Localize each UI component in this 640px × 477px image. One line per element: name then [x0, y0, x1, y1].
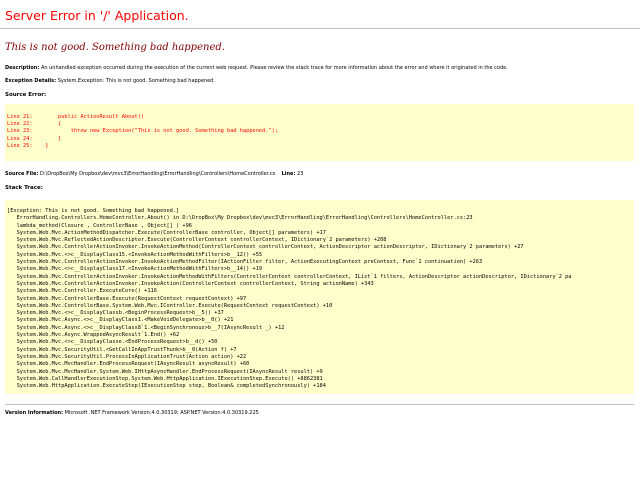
page-title: Server Error in '/' Application. [5, 8, 189, 23]
stack-trace-line: System.Web.Mvc.MvcHandler.System.Web.IHt… [7, 368, 323, 375]
stack-trace-line: System.Web.Mvc.<>c__DisplayClasse.<EndPr… [7, 339, 218, 346]
source-line-number: 23 [297, 171, 304, 177]
stack-trace-line: lambda_method(Closure , ControllerBase ,… [7, 222, 192, 229]
stack-trace-line: System.Web.Mvc.ActionMethodDispatcher.Ex… [7, 229, 326, 236]
stack-trace-line: System.Web.Mvc.ControllerBase.System.Web… [7, 302, 333, 309]
stack-trace-line: System.Web.CallHandlerExecutionStep.Syst… [7, 375, 323, 382]
stack-trace-line: System.Web.Mvc.SecurityUtil.<GetCallInAp… [7, 346, 237, 353]
source-line: Line 25: } [7, 142, 49, 149]
stack-trace-lines: [Exception: This is not good. Something … [7, 208, 634, 390]
stack-trace-line: System.Web.Mvc.Controller.ExecuteCore() … [7, 288, 157, 295]
source-line: Line 21: public ActionResult About() [7, 114, 145, 120]
stack-trace-line: System.Web.HttpApplication.ExecuteStep(I… [7, 383, 326, 390]
description-text: An unhandled exception occurred during t… [40, 65, 508, 71]
stack-trace-line: System.Web.Mvc.SecurityUtil.ProcessInApp… [7, 353, 247, 360]
description-label: Description: [5, 65, 40, 71]
source-error-heading: Source Error: [5, 92, 47, 98]
source-file-path: D:\DropBox\My Dropbox\dev\mvc3\ErrorHand… [40, 171, 276, 177]
error-message: This is not good. Something bad happened… [5, 42, 225, 53]
source-file-info: Source File: D:\DropBox\My Dropbox\dev\m… [5, 171, 634, 178]
stack-trace-line: System.Web.Mvc.ControllerActionInvoker.I… [7, 273, 572, 280]
stack-trace-heading: Stack Trace: [5, 185, 43, 191]
version-text: Microsoft .NET Framework Version:4.0.303… [64, 410, 259, 416]
stack-trace-line: System.Web.Mvc.Async.WrappedAsyncResult`… [7, 332, 180, 339]
stack-trace-line: System.Web.Mvc.Async.<>c__DisplayClass1.… [7, 317, 234, 324]
stack-trace-line: System.Web.Mvc.ControllerActionInvoker.I… [7, 259, 483, 266]
source-error-code: Line 21: public ActionResult About() Line… [5, 104, 634, 161]
stack-trace-line: System.Web.Mvc.<>c__DisplayClass15.<Invo… [7, 251, 263, 258]
exception-details-text: System.Exception: This is not good. Some… [57, 78, 215, 84]
source-line: Line 24: } [7, 135, 62, 142]
stack-trace-line: ErrorHandling.Controllers.HomeController… [7, 215, 473, 222]
title-divider [0, 28, 640, 29]
footer-divider [5, 404, 634, 405]
error-page: Server Error in '/' Application. This is… [0, 0, 640, 417]
description-paragraph: Description: An unhandled exception occu… [5, 65, 634, 72]
stack-trace-line: [Exception: This is not good. Something … [7, 208, 180, 214]
source-code-lines: Line 21: public ActionResult About() Line… [7, 114, 634, 150]
source-line: Line 23: throw new Exception("This is no… [7, 128, 279, 135]
stack-trace-line: System.Web.Mvc.<>c__DisplayClassb.<Begin… [7, 310, 224, 317]
stack-trace-line: System.Web.Mvc.<>c__DisplayClass17.<Invo… [7, 266, 263, 273]
version-info: Version Information: Microsoft .NET Fram… [5, 410, 634, 417]
stack-trace-line: System.Web.Mvc.ReflectedActionDescriptor… [7, 237, 387, 244]
version-label: Version Information: [5, 410, 64, 416]
source-line-label: Line: [281, 171, 296, 177]
stack-trace-line: System.Web.Mvc.ControllerActionInvoker.I… [7, 244, 524, 251]
exception-details-paragraph: Exception Details: System.Exception: Thi… [5, 78, 634, 85]
stack-trace-line: System.Web.Mvc.Async.<>c__DisplayClass8`… [7, 324, 285, 331]
exception-details-label: Exception Details: [5, 78, 57, 84]
stack-trace-line: System.Web.Mvc.MvcHandler.EndProcessRequ… [7, 361, 250, 368]
source-line: Line 22: { [7, 121, 62, 128]
stack-trace-code: [Exception: This is not good. Something … [5, 200, 634, 394]
stack-trace-line: System.Web.Mvc.ControllerBase.Execute(Re… [7, 295, 247, 302]
stack-trace-line: System.Web.Mvc.ControllerActionInvoker.I… [7, 280, 374, 287]
source-file-label: Source File: [5, 171, 39, 177]
